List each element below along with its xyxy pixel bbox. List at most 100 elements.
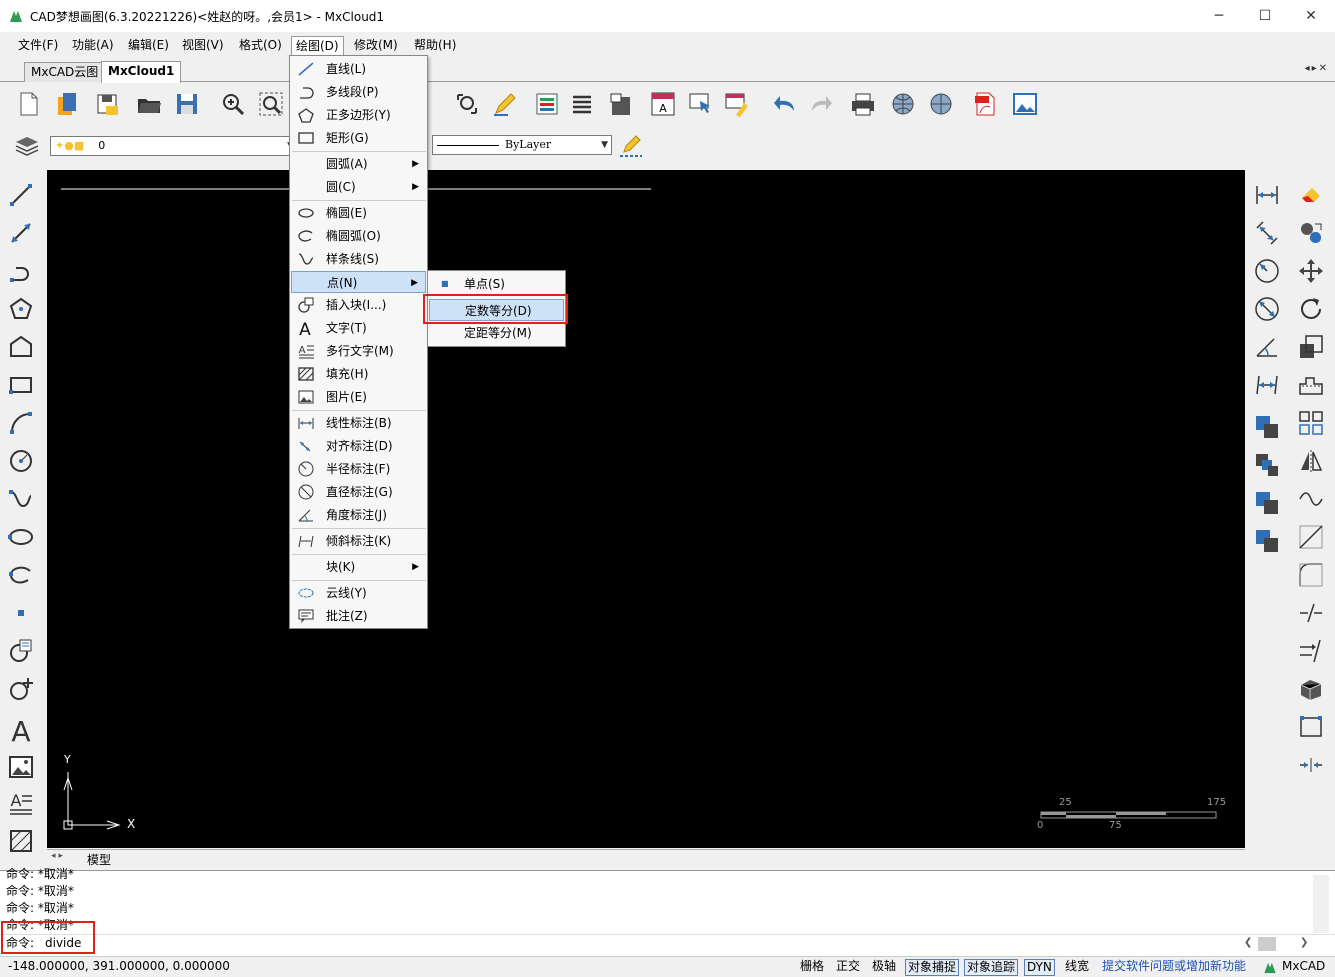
print-icon[interactable] (848, 89, 878, 119)
drawing-canvas[interactable]: Y X 25 175 0 75 (47, 170, 1245, 848)
toggle-otrack[interactable]: 对象追踪 (964, 959, 1019, 976)
menu-item-insert-block[interactable]: 插入块(I...) (291, 294, 426, 316)
menu-draw[interactable]: 绘图(D) (291, 36, 344, 56)
rectangle-tool-icon[interactable] (6, 370, 36, 400)
menu-item-spline[interactable]: 样条线(S) (291, 248, 426, 270)
angle-dim-tool-icon[interactable] (1252, 332, 1282, 362)
layer-manager-icon[interactable] (532, 89, 562, 119)
text-tool-icon[interactable]: A (6, 712, 36, 748)
explode-tool-icon[interactable] (1296, 712, 1326, 742)
select-cursor-icon[interactable] (686, 89, 716, 119)
ray-tool-icon[interactable] (6, 218, 36, 248)
menu-format[interactable]: 格式(O) (235, 36, 286, 56)
list-icon[interactable] (568, 89, 598, 119)
line-tool-icon[interactable] (6, 180, 36, 210)
diameter-dim-tool-icon[interactable] (1252, 294, 1282, 324)
open-folder-icon[interactable] (134, 89, 164, 119)
tab-mxcad-cloud[interactable]: MxCAD云图 (24, 62, 106, 82)
menu-item-ellipse[interactable]: 椭圆(E) (291, 202, 426, 224)
menu-function[interactable]: 功能(A) (68, 36, 118, 56)
draw-order-above-icon[interactable] (1252, 488, 1282, 518)
layers-icon[interactable] (12, 131, 42, 161)
menu-item-ellipse-arc[interactable]: 椭圆弧(O) (291, 225, 426, 247)
zoom-window-icon[interactable] (256, 89, 286, 119)
stretch-tool-icon[interactable] (1296, 370, 1326, 400)
menu-item-single-point[interactable]: ■ 单点(S) (429, 273, 564, 295)
draw-order-front-icon[interactable] (1252, 412, 1282, 442)
spline-tool-icon[interactable] (6, 484, 36, 514)
menu-item-radius-dim[interactable]: 半径标注(F) (291, 458, 426, 480)
chamfer-tool-icon[interactable] (1296, 522, 1326, 552)
mirror-tool-icon[interactable] (1296, 446, 1326, 476)
layout-nav-arrows[interactable]: ◂▸ (51, 851, 66, 861)
image-export-icon[interactable] (1010, 89, 1040, 119)
hscroll-thumb[interactable] (1258, 937, 1276, 951)
menu-item-revcloud[interactable]: 云线(Y) (291, 582, 426, 604)
oblique-dim-tool-icon[interactable] (1252, 370, 1282, 400)
zoom-extents-icon[interactable] (452, 89, 482, 119)
menu-item-diameter-dim[interactable]: 直径标注(G) (291, 481, 426, 503)
tab-mxcloud1[interactable]: MxCloud1 (101, 61, 182, 83)
linewidth-pencil-icon[interactable] (616, 130, 646, 160)
hatch-tool-icon[interactable] (6, 826, 36, 856)
fillet-tool-icon[interactable] (1296, 560, 1326, 590)
toggle-osnap[interactable]: 对象捕捉 (905, 959, 960, 976)
menu-item-point[interactable]: 点(N) ▶ (291, 271, 426, 293)
tab-navigation[interactable]: ◂▸✕ (1305, 63, 1329, 74)
menu-help[interactable]: 帮助(H) (410, 36, 460, 56)
menu-file[interactable]: 文件(F) (14, 36, 62, 56)
undo-icon[interactable] (770, 89, 800, 119)
menu-item-image[interactable]: 图片(E) (291, 386, 426, 408)
array-tool-icon[interactable] (1296, 408, 1326, 438)
new-file-icon[interactable] (14, 89, 44, 119)
make-block-tool-icon[interactable] (6, 674, 36, 704)
menu-item-mtext[interactable]: A 多行文字(M) (291, 340, 426, 362)
rotate-tool-icon[interactable] (1296, 294, 1326, 324)
redo-icon[interactable] (806, 89, 836, 119)
properties-icon[interactable] (606, 89, 636, 119)
erase-tool-icon[interactable] (1296, 180, 1326, 210)
web-publish-icon[interactable] (888, 89, 918, 119)
maximize-button[interactable]: ☐ (1242, 0, 1288, 32)
command-scrollbar[interactable] (1313, 875, 1329, 933)
extend-tool-icon[interactable] (1296, 636, 1326, 666)
toggle-lineweight[interactable]: 线宽 (1063, 959, 1091, 976)
menu-item-arc[interactable]: 圆弧(A) ▶ (291, 153, 426, 175)
move-tool-icon[interactable] (1296, 256, 1326, 286)
open-template-icon[interactable] (52, 89, 82, 119)
insert-block-tool-icon[interactable] (6, 636, 36, 666)
menu-item-polygon[interactable]: 正多边形(Y) (291, 104, 426, 126)
ellipse-tool-icon[interactable] (6, 522, 36, 552)
copy-tool-icon[interactable] (1296, 218, 1326, 248)
toggle-ortho[interactable]: 正交 (834, 959, 862, 976)
menu-item-block[interactable]: 块(K) ▶ (291, 556, 426, 578)
layer-select[interactable]: ✦●■ 0 ▼ (50, 136, 298, 156)
menu-item-circle[interactable]: 圆(C) ▶ (291, 176, 426, 198)
save-as-icon[interactable] (92, 89, 122, 119)
menu-item-hatch[interactable]: 填充(H) (291, 363, 426, 385)
menu-item-measure[interactable]: 定距等分(M) (429, 322, 564, 344)
menu-modify[interactable]: 修改(M) (350, 36, 402, 56)
zoom-in-icon[interactable] (218, 89, 248, 119)
menu-item-comment[interactable]: 批注(Z) (291, 605, 426, 627)
menu-item-rectangle[interactable]: 矩形(G) (291, 127, 426, 149)
draw-order-back-icon[interactable] (1252, 450, 1282, 480)
menu-item-linear-dim[interactable]: 线性标注(B) (291, 412, 426, 434)
feedback-link[interactable]: 提交软件问题或增加新功能 (1100, 959, 1248, 976)
offset-tool-icon[interactable] (1296, 484, 1326, 514)
circle-tool-icon[interactable] (6, 446, 36, 476)
menu-item-oblique-dim[interactable]: 倾斜标注(K) (291, 530, 426, 552)
minimize-button[interactable]: ─ (1196, 0, 1242, 32)
menu-item-polyline[interactable]: 多线段(P) (291, 81, 426, 103)
toggle-grid[interactable]: 栅格 (798, 959, 826, 976)
join-tool-icon[interactable] (1296, 750, 1326, 780)
menu-item-angle-dim[interactable]: 角度标注(J) (291, 504, 426, 526)
save-icon[interactable] (172, 89, 202, 119)
pencil-icon[interactable] (490, 89, 520, 119)
image-tool-icon[interactable] (6, 752, 36, 782)
ellipse-arc-tool-icon[interactable] (6, 560, 36, 590)
draw-order-below-icon[interactable] (1252, 526, 1282, 556)
3d-box-icon[interactable] (1296, 674, 1326, 704)
toggle-dyn[interactable]: DYN (1024, 959, 1055, 976)
point-tool-icon[interactable] (6, 598, 36, 628)
